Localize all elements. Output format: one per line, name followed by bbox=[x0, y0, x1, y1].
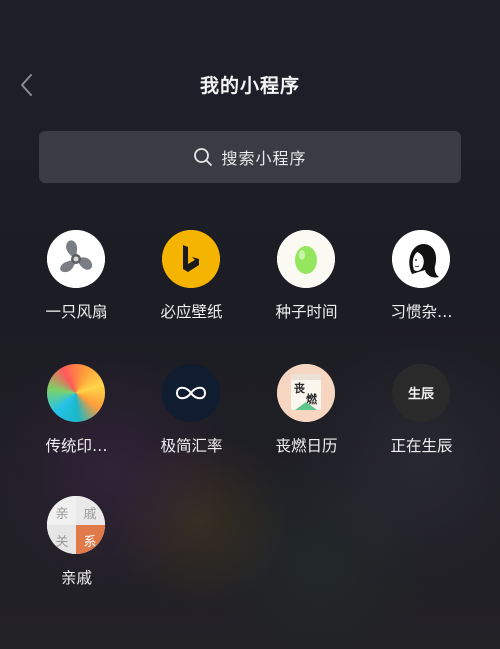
app-qinqi[interactable]: 亲 戚 关 系 亲戚 bbox=[19, 496, 134, 606]
app-chuantong-yin[interactable]: 传统印… bbox=[19, 364, 134, 474]
seed-icon bbox=[277, 230, 335, 288]
infinity-icon bbox=[162, 364, 220, 422]
relatives-char-1: 亲 bbox=[55, 507, 68, 522]
app-label: 种子时间 bbox=[275, 303, 338, 321]
app-jijian-huilv[interactable]: 极简汇率 bbox=[134, 364, 249, 474]
app-yizhi-fengshan[interactable]: 一只风扇 bbox=[19, 230, 134, 340]
calendar-char-1: 丧 bbox=[294, 381, 306, 395]
fan-icon bbox=[47, 230, 105, 288]
relatives-char-3: 关 bbox=[55, 535, 68, 550]
relatives-char-2: 戚 bbox=[83, 507, 96, 522]
girl-portrait-icon bbox=[392, 230, 450, 288]
calendar-icon: 丧 燃 bbox=[277, 364, 335, 422]
search-bar[interactable]: 搜索小程序 bbox=[39, 131, 461, 183]
app-biying-bizhi[interactable]: 必应壁纸 bbox=[134, 230, 249, 340]
top-bar: 我的小程序 bbox=[0, 58, 500, 112]
color-wheel-icon bbox=[47, 364, 105, 422]
search-placeholder: 搜索小程序 bbox=[221, 149, 307, 168]
app-label: 传统印… bbox=[45, 437, 108, 455]
bing-logo-icon bbox=[162, 230, 220, 288]
app-label: 正在生辰 bbox=[390, 437, 453, 455]
app-label: 亲戚 bbox=[60, 569, 92, 587]
relatives-icon: 亲 戚 关 系 bbox=[47, 496, 105, 554]
app-label: 一只风扇 bbox=[45, 303, 108, 321]
app-label: 必应壁纸 bbox=[160, 303, 223, 321]
search-icon bbox=[194, 148, 213, 166]
app-xiguan-za[interactable]: 习惯杂… bbox=[364, 230, 479, 340]
app-zhongzi-shijian[interactable]: 种子时间 bbox=[249, 230, 364, 340]
app-zhengzai-shengchen[interactable]: 生辰 正在生辰 bbox=[364, 364, 479, 474]
relatives-char-4: 系 bbox=[83, 535, 96, 550]
app-label: 极简汇率 bbox=[160, 437, 223, 455]
app-sangran-rili[interactable]: 丧 燃 丧燃日历 bbox=[249, 364, 364, 474]
page-title: 我的小程序 bbox=[199, 75, 300, 97]
birthday-text-icon: 生辰 bbox=[392, 364, 450, 422]
birthday-text: 生辰 bbox=[408, 386, 435, 402]
app-label: 习惯杂… bbox=[390, 303, 453, 321]
app-label: 丧燃日历 bbox=[275, 437, 338, 455]
